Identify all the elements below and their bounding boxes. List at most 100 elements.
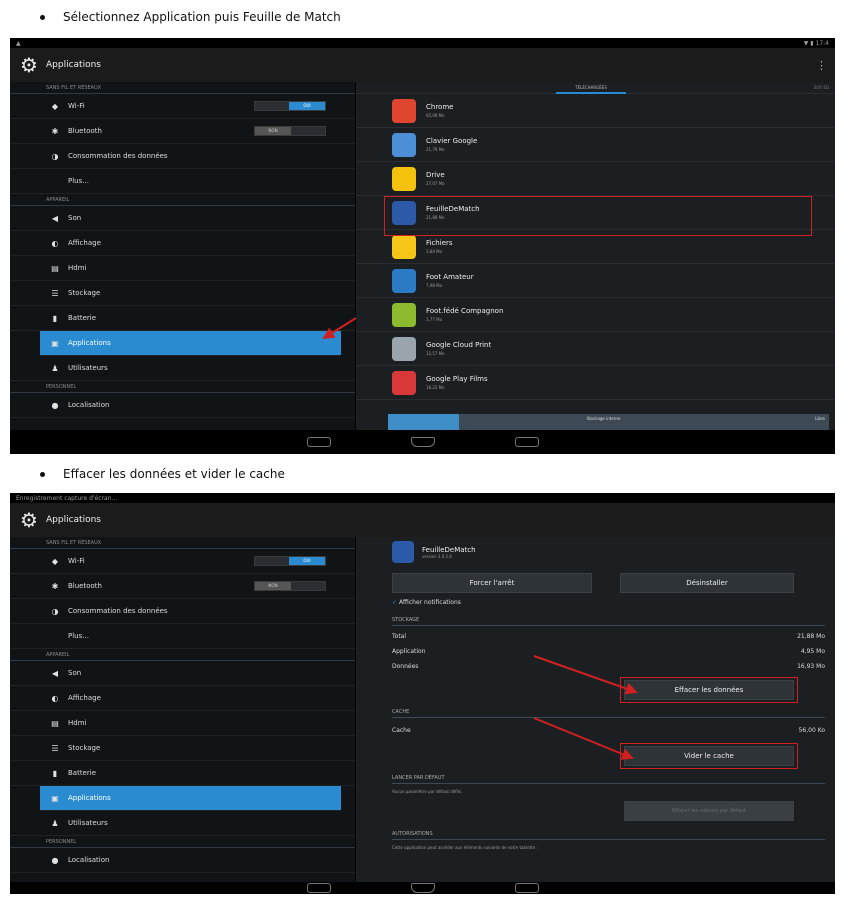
internal-storage-bar: Stockage interne Libre [388,414,829,430]
app-list-item[interactable]: Chrome 65,09 Mo [356,94,835,128]
section-header-personal: PERSONNEL [10,836,355,848]
app-list-item[interactable]: Foot Amateur 7,98 Mo [356,264,835,298]
app-list-item[interactable]: Google Cloud Print 12,57 Mo [356,332,835,366]
screenshot-app-list: ▲ ▼ ▮ 17:4 ⚙ Applications ⋮ SANS FIL ET … [10,38,835,454]
hdmi-icon: ▤ [51,718,59,728]
app-icon [392,166,416,191]
settings-item-display[interactable]: ◐ Affichage [10,686,355,711]
section-permissions: AUTORISATIONS [392,831,825,840]
home-icon[interactable] [410,883,435,893]
settings-item-location[interactable]: ● Localisation [10,393,355,418]
settings-item-applications[interactable]: ▣ Applications [40,786,341,811]
storage-label: Stockage [68,289,101,297]
settings-item-display[interactable]: ◐ Affichage [10,231,355,256]
app-name: Foot Amateur [426,273,474,281]
storage-used-fill [388,414,459,430]
wifi-icon: ◆ [51,101,59,111]
wifi-icon: ◆ [51,556,59,566]
data-usage-icon: ◑ [51,606,59,616]
settings-list: SANS FIL ET RÉSEAUX ◆ Wi-Fi OUI ✱ Bluetoot… [10,82,355,430]
settings-gear-icon[interactable]: ⚙ [18,509,40,531]
app-size: 3,77 Mo [426,317,443,322]
user-icon: ♟ [51,818,59,828]
settings-item-users[interactable]: ♟ Utilisateurs [10,811,355,836]
brightness-icon: ◐ [51,238,59,248]
app-size: 27,07 Mo [426,181,445,186]
show-notifications-label: Afficher notifications [398,599,461,606]
app-name: Fichiers [426,239,453,247]
status-bar: ▲ ▼ ▮ 17:4 [10,38,835,48]
status-clock: ▼ ▮ 17:4 [803,39,829,47]
settings-item-hdmi[interactable]: ▤ Hdmi [10,711,355,736]
wifi-toggle[interactable]: OUI [254,556,326,566]
settings-item-hdmi[interactable]: ▤ Hdmi [10,256,355,281]
settings-item-applications[interactable]: ▣ Applications [40,331,341,356]
app-icon [392,336,416,361]
settings-item-more[interactable]: Plus... [10,624,355,649]
back-icon[interactable] [306,437,331,447]
settings-item-data-usage[interactable]: ◑ Consommation des données [10,599,355,624]
uninstall-button[interactable]: Désinstaller [620,573,794,593]
app-list-item[interactable]: Google Play Films 18,22 Mo [356,366,835,400]
bluetooth-icon: ✱ [51,126,59,136]
show-notifications-checkbox[interactable]: ✓ Afficher notifications [392,599,461,606]
force-stop-button[interactable]: Forcer l'arrêt [392,573,592,593]
location-pin-icon: ● [51,400,59,410]
wifi-toggle[interactable]: OUI [254,101,326,111]
step1-bullet: Sélectionnez Application puis Feuille de… [40,10,341,24]
settings-item-storage[interactable]: ☰ Stockage [10,736,355,761]
settings-item-wifi[interactable]: ◆ Wi-Fi OUI [10,94,355,119]
feuille-de-match-icon [392,541,414,563]
users-label: Utilisateurs [68,364,108,372]
recent-apps-icon[interactable] [514,883,539,893]
clear-defaults-button[interactable]: Effacer les valeurs par défaut [624,801,794,821]
app-list-item[interactable]: Clavier Google 21,79 Mo [356,128,835,162]
tab-downloaded[interactable]: TÉLÉCHARGÉES [556,85,626,94]
storage-free-label: Libre [815,416,825,421]
settings-item-bluetooth[interactable]: ✱ Bluetooth NON [10,119,355,144]
app-size: 18,22 Mo [426,385,445,390]
settings-item-location[interactable]: ● Localisation [10,848,355,873]
storage-bar-label: Stockage interne [586,416,621,421]
app-detail-pane: FeuilleDeMatch version 3.0.2.6 Forcer l'… [355,537,835,882]
settings-item-more[interactable]: Plus... [10,169,355,194]
document-page: Sélectionnez Application puis Feuille de… [0,0,845,897]
section-cache: CACHE [392,709,825,718]
settings-gear-icon[interactable]: ⚙ [18,54,40,76]
bluetooth-toggle-state: NON [255,127,291,135]
action-bar-title: Applications [46,515,101,525]
settings-item-sound[interactable]: ◀ Son [10,661,355,686]
storage-label: Stockage [68,744,101,752]
app-detail-header: FeuilleDeMatch version 3.0.2.6 [392,537,825,567]
settings-item-data-usage[interactable]: ◑ Consommation des données [10,144,355,169]
settings-item-wifi[interactable]: ◆ Wi-Fi OUI [10,549,355,574]
users-label: Utilisateurs [68,819,108,827]
settings-item-users[interactable]: ♟ Utilisateurs [10,356,355,381]
settings-item-sound[interactable]: ◀ Son [10,206,355,231]
wifi-toggle-state: OUI [289,557,325,565]
bluetooth-label: Bluetooth [68,582,102,590]
permissions-text: Cette application peut accéder aux éléme… [392,845,538,850]
home-icon[interactable] [410,437,435,447]
data-value: 16,93 Mo [797,663,825,670]
bluetooth-toggle[interactable]: NON [254,581,326,591]
bluetooth-toggle-state: NON [255,582,291,590]
settings-item-storage[interactable]: ☰ Stockage [10,281,355,306]
data-usage-label: Consommation des données [68,152,168,160]
settings-item-bluetooth[interactable]: ✱ Bluetooth NON [10,574,355,599]
app-detail: FeuilleDeMatch version 3.0.2.6 Forcer l'… [392,537,825,882]
cache-label: Cache [392,727,411,734]
back-icon[interactable] [306,883,331,893]
app-size: 65,09 Mo [426,113,445,118]
tab-sd-card[interactable]: SUR SD [814,85,829,90]
app-list-item[interactable]: Drive 27,07 Mo [356,162,835,196]
wifi-toggle-state: OUI [289,102,325,110]
recent-apps-icon[interactable] [514,437,539,447]
action-bar: ⚙ Applications ⋮ [10,48,835,82]
overflow-menu-icon[interactable]: ⋮ [816,59,827,72]
settings-item-battery[interactable]: ▮ Batterie [10,761,355,786]
bullet-dot [40,15,45,20]
settings-item-battery[interactable]: ▮ Batterie [10,306,355,331]
bluetooth-toggle[interactable]: NON [254,126,326,136]
app-list-item[interactable]: Foot.fédé Compagnon 3,77 Mo [356,298,835,332]
